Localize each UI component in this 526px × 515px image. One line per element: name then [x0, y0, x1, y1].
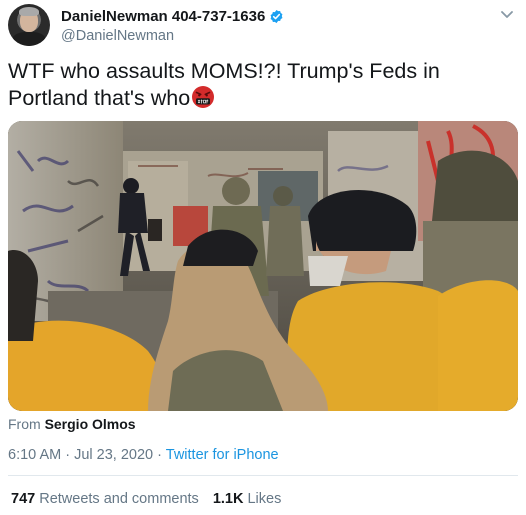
author-display-name[interactable]: DanielNewman 404-737-1636 — [61, 8, 265, 25]
tweet-client[interactable]: Twitter for iPhone — [166, 447, 279, 463]
tweet-stats: 747 Retweets and comments 1.1K Likes — [11, 491, 281, 507]
meta-separator: · — [65, 447, 71, 463]
tweet-time[interactable]: 6:10 AM — [8, 447, 61, 463]
retweets-stat[interactable]: 747 Retweets and comments — [11, 491, 199, 507]
tweet-body: WTF who assaults MOMS!?! Trump's Feds in… — [8, 59, 440, 110]
media-source: From Sergio Olmos — [8, 416, 136, 432]
chevron-down-icon[interactable] — [498, 8, 516, 22]
tweet-header: DanielNewman 404-737-1636 @DanielNewman — [8, 4, 518, 48]
media-source-name[interactable]: Sergio Olmos — [45, 416, 136, 432]
tweet-meta: 6:10 AM · Jul 23, 2020 · Twitter for iPh… — [8, 447, 279, 463]
likes-stat[interactable]: 1.1K Likes — [213, 491, 282, 507]
author-handle[interactable]: @DanielNewman — [61, 28, 174, 44]
angry-swearing-face-emoji — [192, 86, 215, 108]
media-source-prefix: From — [8, 416, 41, 432]
likes-count: 1.1K — [212, 491, 244, 507]
divider — [8, 475, 518, 476]
video-frame — [8, 121, 518, 411]
author-name-row[interactable]: DanielNewman 404-737-1636 — [61, 8, 284, 25]
avatar[interactable] — [8, 4, 50, 46]
tweet-video[interactable] — [8, 121, 518, 411]
meta-separator: · — [157, 447, 162, 463]
tweet-text: WTF who assaults MOMS!?! Trump's Feds in… — [8, 58, 513, 112]
verified-badge-icon — [270, 9, 283, 24]
retweets-label: Retweets and comments — [39, 491, 199, 507]
tweet-date[interactable]: Jul 23, 2020 — [74, 447, 153, 463]
retweets-count: 747 — [11, 491, 36, 507]
likes-label: Likes — [247, 491, 282, 507]
